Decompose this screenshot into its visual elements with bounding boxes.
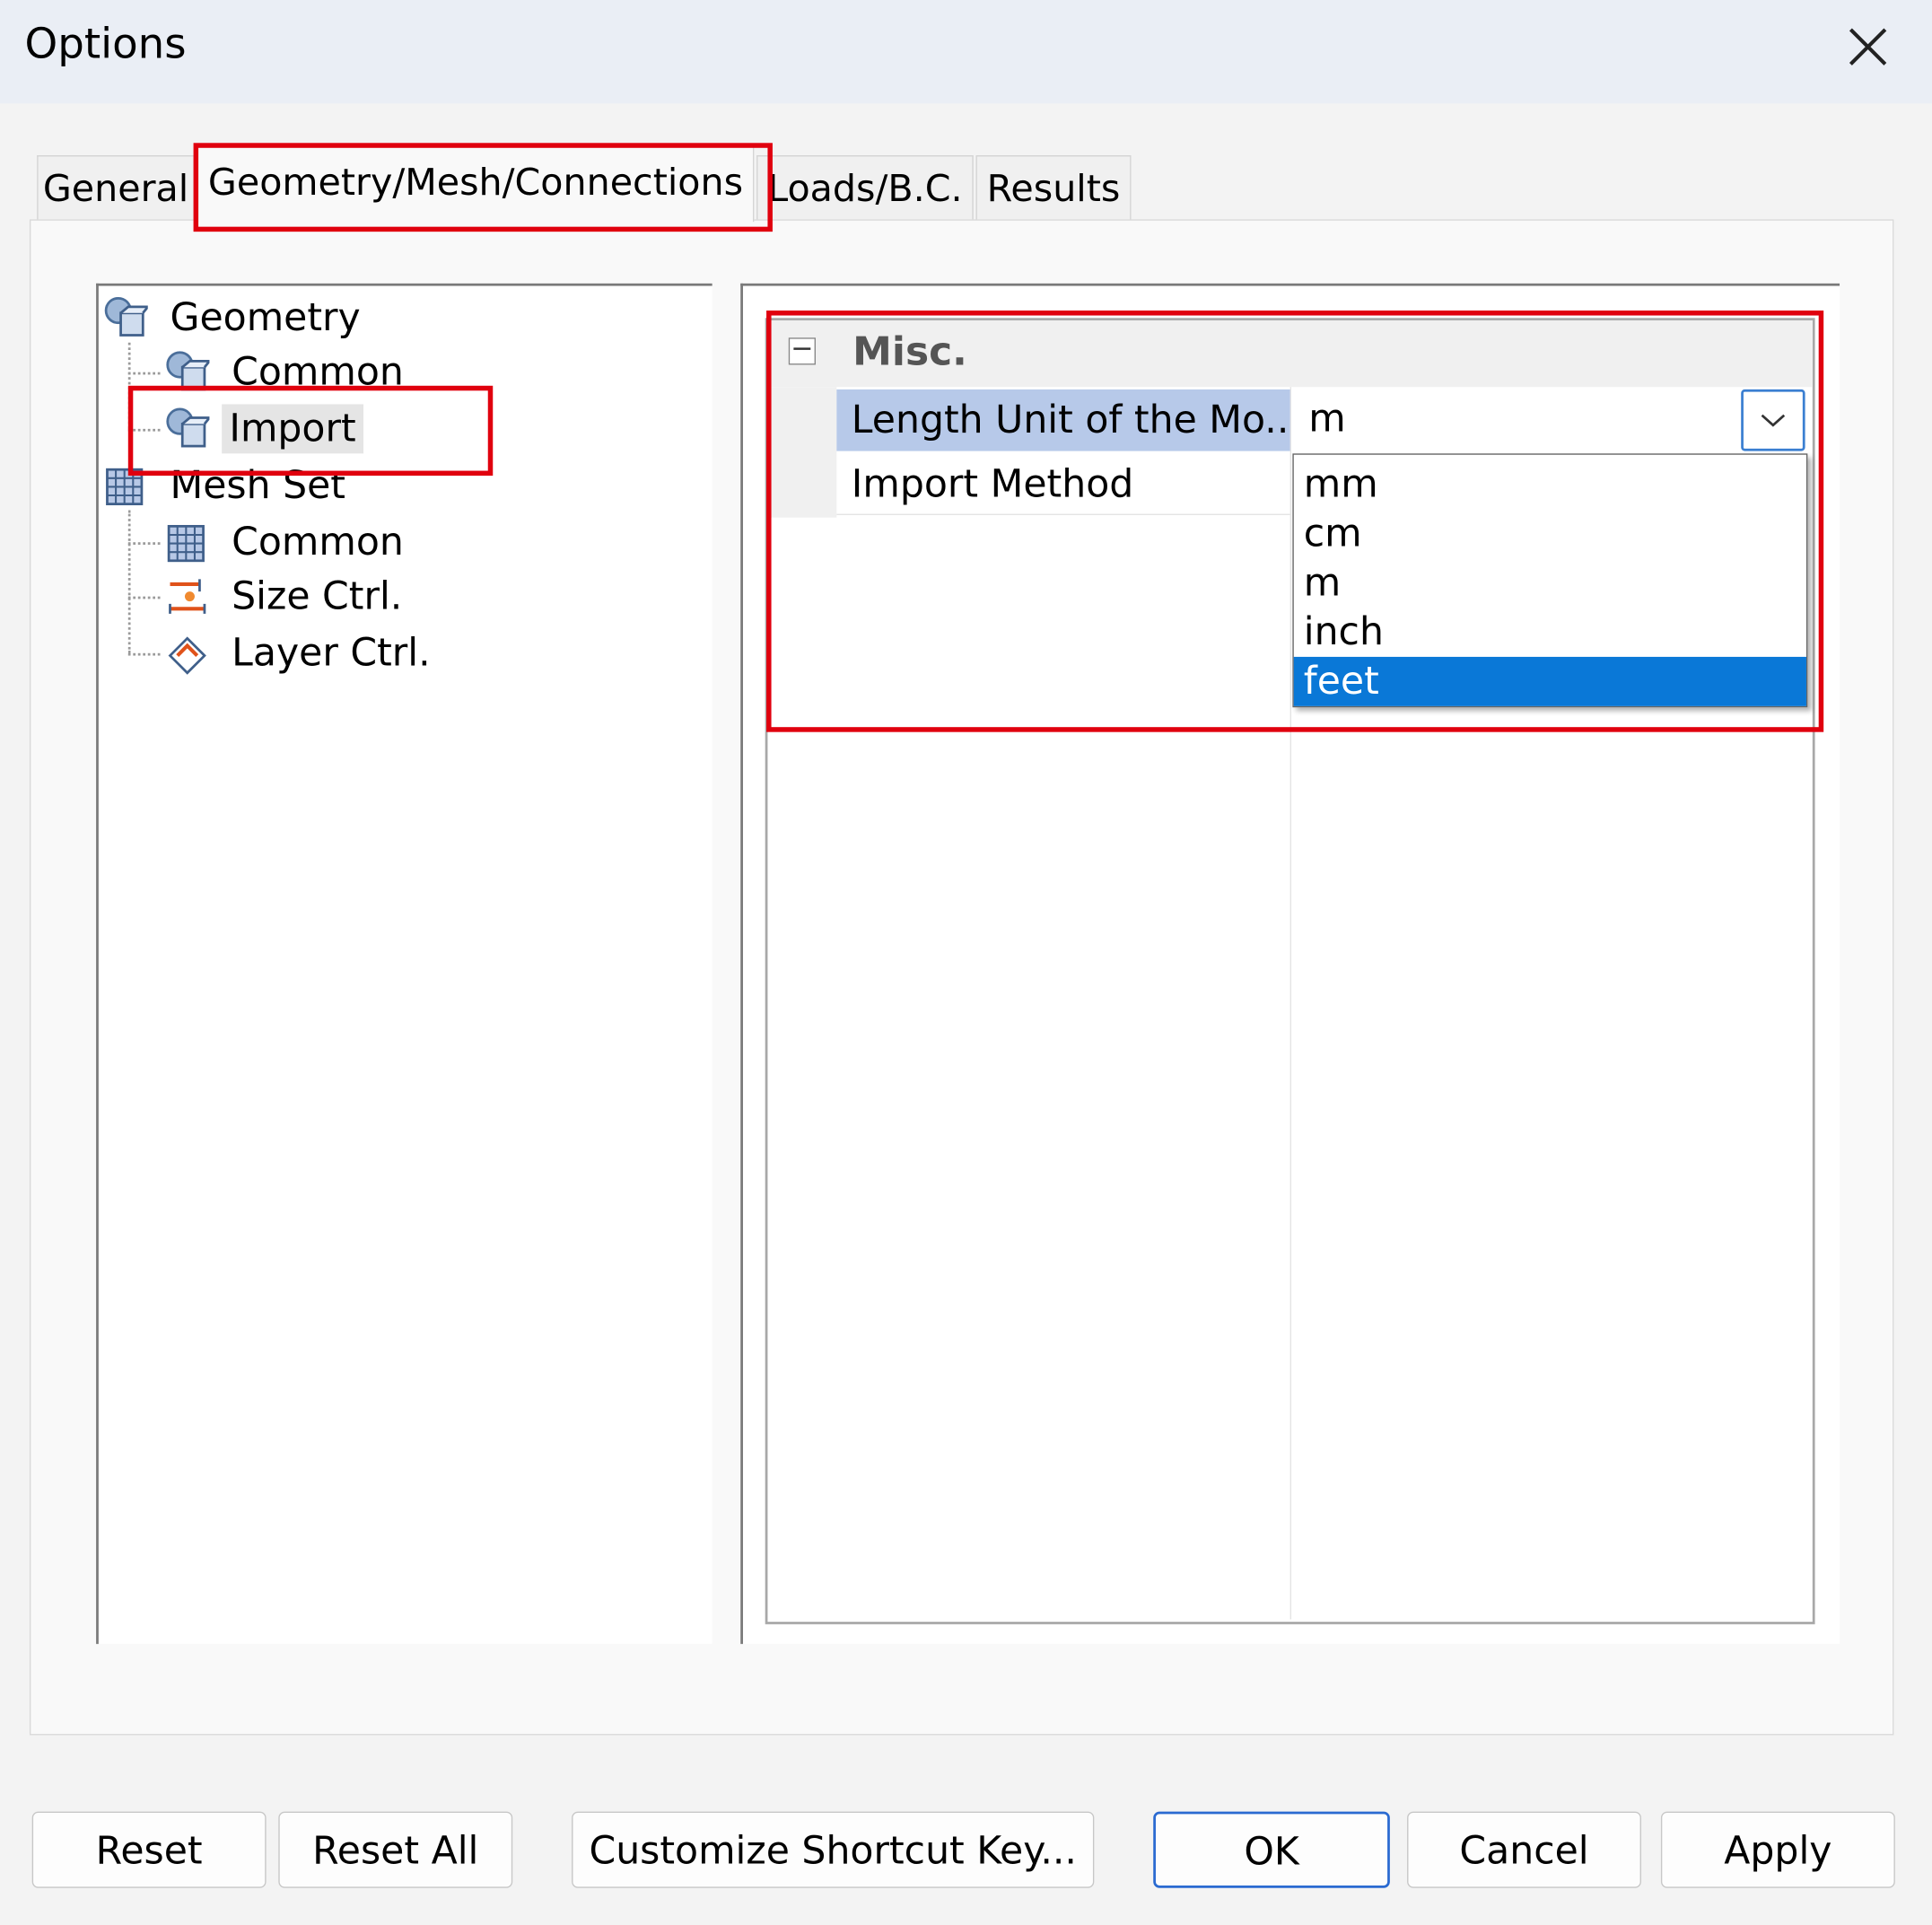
tree-item-label: Mesh Set	[170, 463, 346, 508]
tree-item-label: Geometry	[170, 295, 361, 341]
tree-connector	[127, 372, 161, 375]
tree-connector	[127, 652, 161, 656]
cancel-button[interactable]: Cancel	[1407, 1811, 1641, 1888]
tree-item-label: Layer Ctrl.	[232, 631, 431, 676]
ok-button[interactable]: OK	[1153, 1811, 1390, 1888]
dropdown-option-feet[interactable]: feet	[1293, 656, 1806, 706]
reset-button[interactable]: Reset	[31, 1811, 267, 1888]
chevron-down-icon	[1761, 414, 1786, 427]
column-separator	[1289, 387, 1292, 1620]
window-title: Options	[24, 19, 187, 69]
mesh-icon	[165, 520, 209, 564]
grid-margin	[767, 387, 837, 518]
dropdown-option-mm[interactable]: mm	[1294, 459, 1806, 509]
dropdown-option-inch[interactable]: inch	[1294, 608, 1806, 657]
apply-button[interactable]: Apply	[1660, 1811, 1895, 1888]
tree-connector	[127, 428, 161, 432]
dropdown-option-cm[interactable]: cm	[1294, 509, 1806, 558]
tree-item-label: Size Ctrl.	[232, 573, 403, 619]
property-name-length-unit[interactable]: Length Unit of the Mo...	[836, 389, 1290, 451]
mesh-icon	[103, 463, 147, 507]
tree-item-label: Common	[232, 520, 404, 564]
tree-connector	[127, 342, 131, 429]
property-value-length-unit[interactable]: m	[1308, 394, 1345, 443]
tab-geometry-mesh-connections[interactable]: Geometry/Mesh/Connections	[197, 145, 755, 223]
tab-general[interactable]: General	[37, 155, 195, 220]
dropdown-button[interactable]	[1741, 389, 1805, 451]
collapse-icon[interactable]: −	[788, 336, 816, 365]
title-bar	[0, 0, 1932, 104]
tab-results[interactable]: Results	[975, 155, 1132, 220]
geometry-icon	[103, 296, 151, 340]
geometry-icon	[165, 407, 213, 451]
customize-shortcut-key-button[interactable]: Customize Shortcut Key...	[572, 1811, 1095, 1888]
unit-dropdown-list: mm cm m inch feet	[1292, 453, 1808, 708]
tree-connector	[127, 542, 161, 545]
reset-all-button[interactable]: Reset All	[278, 1811, 513, 1888]
dropdown-option-m[interactable]: m	[1294, 558, 1806, 608]
geometry-icon	[165, 350, 213, 394]
property-name-import-method[interactable]: Import Method	[836, 453, 1290, 515]
tree-item-label: Import	[222, 404, 363, 454]
tab-loads-bc[interactable]: Loads/B.C.	[756, 155, 974, 220]
size-ctrl-icon	[165, 574, 209, 618]
close-icon[interactable]	[1840, 20, 1894, 74]
layer-ctrl-icon	[165, 631, 209, 675]
tree-connector	[127, 596, 161, 599]
tree-item-label: Common	[232, 349, 404, 395]
tree-connector	[127, 510, 131, 653]
category-label: Misc.	[852, 328, 967, 375]
